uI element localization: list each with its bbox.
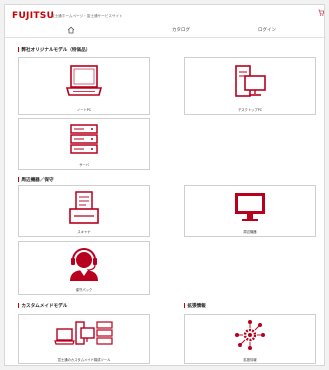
tile-label: ノートPC xyxy=(76,108,92,112)
nav-login[interactable]: ログイン xyxy=(258,27,276,33)
network-gear-icon xyxy=(235,320,265,350)
tile-server[interactable]: サーバ xyxy=(18,118,150,170)
fujitsu-logo[interactable]: FUJITSU xyxy=(12,11,54,21)
home-icon[interactable] xyxy=(67,26,75,34)
main-nav: カタログ ログイン xyxy=(5,24,326,38)
cart-icon[interactable] xyxy=(318,9,324,16)
site-name: 富士通ホームページ・富士通サービスサイト xyxy=(51,14,123,18)
tile-scanner[interactable]: スキャナ xyxy=(18,185,150,237)
tile-label: スキャナ xyxy=(77,230,91,234)
tile-peripheral-devices[interactable]: 周辺機器 xyxy=(184,185,316,237)
tile-custom-build-tool[interactable]: 富士通のカスタムメイド構成ツール xyxy=(18,314,150,364)
tile-maintenance-pack[interactable]: 保守パック xyxy=(18,241,150,295)
tile-notebook-pc[interactable]: ノートPC xyxy=(18,57,150,115)
tile-label: 保守パック xyxy=(75,288,93,292)
portal-page: FUJITSU 富士通ホームページ・富士通サービスサイト カタログ ログイン 弊… xyxy=(4,4,326,366)
tile-label: 拡張情報 xyxy=(243,358,257,362)
tile-extended-info[interactable]: 拡張情報 xyxy=(184,314,316,364)
section-title-custom-models: カスタムメイドモデル xyxy=(18,303,67,309)
laptop-icon xyxy=(65,65,103,96)
section-title-extended-info: 拡張情報 xyxy=(184,303,205,309)
tile-label: 富士通のカスタムメイド構成ツール xyxy=(57,358,111,362)
nav-catalog[interactable]: カタログ xyxy=(172,27,190,33)
tile-label: サーバ xyxy=(79,163,89,167)
section-title-peripherals: 周辺機器／保守 xyxy=(18,177,53,183)
site-header: FUJITSU 富士通ホームページ・富士通サービスサイト カタログ ログイン xyxy=(5,5,326,38)
tile-label: 周辺機器 xyxy=(243,230,257,234)
custom-build-icon xyxy=(54,321,113,345)
scanner-icon xyxy=(69,191,99,224)
desktop-pc-icon xyxy=(235,65,266,97)
monitor-icon xyxy=(235,193,265,221)
tile-label: デスクトップPC xyxy=(237,108,263,112)
server-icon xyxy=(70,124,98,154)
support-headset-icon xyxy=(70,248,98,281)
section-title-original-models: 弊社オリジナルモデル（特価品） xyxy=(18,47,90,53)
tile-desktop-pc[interactable]: デスクトップPC xyxy=(184,57,316,115)
